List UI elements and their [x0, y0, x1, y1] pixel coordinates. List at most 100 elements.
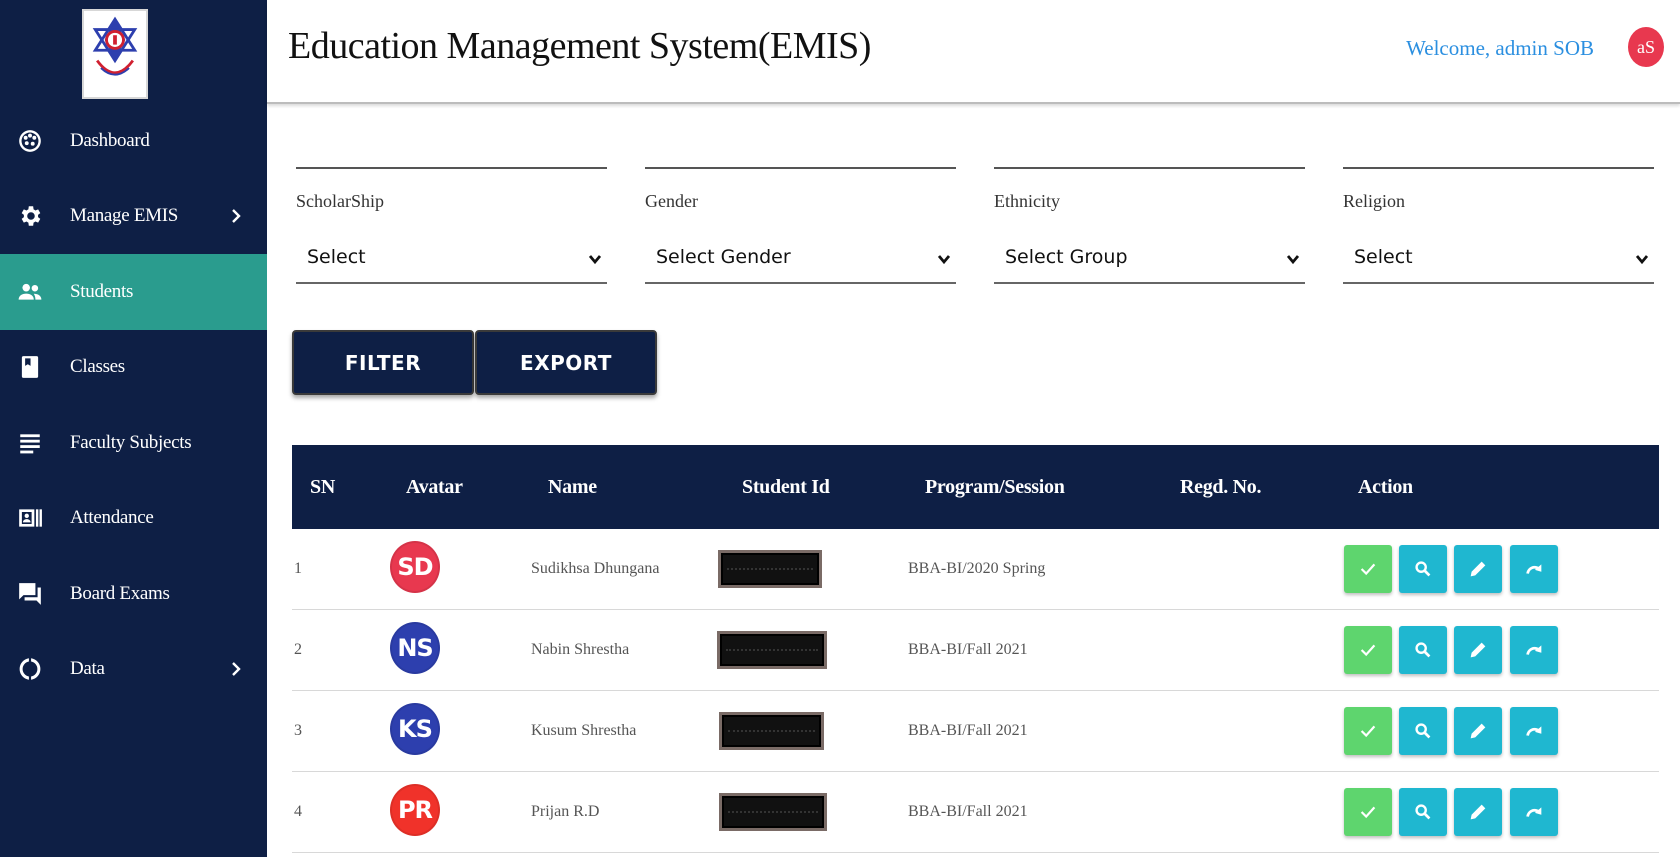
check-icon — [1360, 644, 1376, 657]
top-header: Education Management System(EMIS) Welcom… — [267, 0, 1680, 104]
id-card-icon — [16, 504, 44, 532]
gender-select-value: Select Gender — [656, 246, 791, 268]
transfer-button[interactable] — [1510, 626, 1558, 674]
students-table: SN Avatar Name Student Id Program/Sessio… — [292, 445, 1659, 853]
ethnicity-label: Ethnicity — [994, 191, 1060, 211]
search-icon — [1415, 642, 1431, 658]
table-row: 3 KS Kusum Shrestha BBA-BI/Fall 2021 — [292, 691, 1659, 772]
view-button[interactable] — [1399, 707, 1447, 755]
sidebar-item-label: Dashboard — [70, 129, 150, 151]
sidebar-item-board-exams[interactable]: Board Exams — [0, 556, 267, 632]
approve-button[interactable] — [1344, 626, 1392, 674]
sidebar-item-label: Attendance — [70, 507, 154, 529]
search-icon — [1415, 804, 1431, 820]
redo-arrow-icon — [1526, 807, 1542, 817]
sidebar: Dashboard Manage EMIS Students Classes F… — [0, 0, 267, 857]
sidebar-item-students[interactable]: Students — [0, 254, 267, 330]
approve-button[interactable] — [1344, 707, 1392, 755]
sidebar-item-faculty-subjects[interactable]: Faculty Subjects — [0, 405, 267, 481]
redacted-student-id — [719, 712, 824, 750]
table-row: 1 SD Sudikhsa Dhungana BBA-BI/2020 Sprin… — [292, 529, 1659, 610]
column-header-action: Action — [1358, 475, 1413, 498]
student-name: Prijan R.D — [531, 803, 600, 820]
sidebar-item-attendance[interactable]: Attendance — [0, 481, 267, 557]
edit-button[interactable] — [1454, 788, 1502, 836]
chevron-right-icon — [229, 662, 243, 677]
export-button[interactable]: EXPORT — [475, 330, 657, 395]
column-header-avatar: Avatar — [406, 475, 463, 498]
check-icon — [1360, 725, 1376, 738]
column-header-program-session: Program/Session — [925, 475, 1065, 498]
table-row: 4 PR Prijan R.D BBA-BI/Fall 2021 — [292, 772, 1659, 853]
emblem-icon — [92, 16, 138, 76]
user-avatar[interactable]: aS — [1628, 27, 1664, 67]
program-session: BBA-BI/Fall 2021 — [908, 803, 1028, 820]
sidebar-item-label: Board Exams — [70, 582, 170, 604]
divider — [296, 167, 607, 169]
view-button[interactable] — [1399, 788, 1447, 836]
column-header-regd-no: Regd. No. — [1180, 475, 1262, 498]
table-row: 2 NS Nabin Shrestha BBA-BI/Fall 2021 — [292, 610, 1659, 691]
sidebar-item-label: Students — [70, 280, 134, 302]
avatar: NS — [390, 622, 440, 674]
view-button[interactable] — [1399, 626, 1447, 674]
student-name: Kusum Shrestha — [531, 722, 637, 739]
transfer-button[interactable] — [1510, 545, 1558, 593]
religion-label: Religion — [1343, 191, 1405, 211]
edit-button[interactable] — [1454, 545, 1502, 593]
search-icon — [1415, 561, 1431, 577]
divider — [1343, 167, 1654, 169]
row-sn: 4 — [294, 803, 302, 820]
chevron-down-icon — [587, 250, 603, 266]
gender-select[interactable]: Select Gender — [645, 232, 956, 284]
pencil-icon — [1470, 804, 1486, 820]
ethnicity-select[interactable]: Select Group — [994, 232, 1305, 284]
chevron-down-icon — [1634, 250, 1650, 266]
row-sn: 1 — [294, 560, 302, 577]
redacted-student-id — [718, 550, 822, 588]
list-icon — [16, 429, 44, 457]
approve-button[interactable] — [1344, 545, 1392, 593]
edit-button[interactable] — [1454, 707, 1502, 755]
religion-select-value: Select — [1354, 246, 1413, 268]
redo-arrow-icon — [1526, 726, 1542, 736]
people-icon — [16, 278, 44, 306]
sidebar-item-dashboard[interactable]: Dashboard — [0, 103, 267, 179]
row-sn: 2 — [294, 641, 302, 658]
edit-button[interactable] — [1454, 626, 1502, 674]
divider — [645, 167, 956, 169]
sidebar-item-classes[interactable]: Classes — [0, 330, 267, 406]
welcome-text[interactable]: Welcome, admin SOB — [1406, 36, 1594, 61]
sidebar-item-manage-emis[interactable]: Manage EMIS — [0, 179, 267, 255]
sidebar-nav: Dashboard Manage EMIS Students Classes F… — [0, 103, 267, 707]
scholarship-select-value: Select — [307, 246, 366, 268]
program-session: BBA-BI/Fall 2021 — [908, 641, 1028, 658]
scholarship-label: ScholarShip — [296, 191, 384, 211]
scholarship-select[interactable]: Select — [296, 232, 607, 284]
donut-icon — [16, 655, 44, 683]
table-header: SN Avatar Name Student Id Program/Sessio… — [292, 445, 1659, 529]
transfer-button[interactable] — [1510, 788, 1558, 836]
check-icon — [1360, 806, 1376, 819]
check-icon — [1360, 563, 1376, 576]
chevron-right-icon — [229, 209, 243, 224]
view-button[interactable] — [1399, 545, 1447, 593]
avatar: PR — [390, 784, 440, 836]
row-sn: 3 — [294, 722, 302, 739]
student-name: Sudikhsa Dhungana — [531, 560, 660, 577]
search-icon — [1415, 723, 1431, 739]
avatar: SD — [390, 541, 440, 593]
redacted-student-id — [719, 793, 827, 831]
approve-button[interactable] — [1344, 788, 1392, 836]
sidebar-item-label: Data — [70, 658, 105, 680]
sidebar-item-label: Manage EMIS — [70, 205, 179, 227]
religion-select[interactable]: Select — [1343, 232, 1654, 284]
chat-icon — [16, 580, 44, 608]
redo-arrow-icon — [1526, 645, 1542, 655]
university-logo[interactable] — [82, 9, 148, 99]
transfer-button[interactable] — [1510, 707, 1558, 755]
redacted-student-id — [717, 631, 827, 669]
filter-button[interactable]: FILTER — [292, 330, 474, 395]
program-session: BBA-BI/2020 Spring — [908, 560, 1046, 577]
sidebar-item-data[interactable]: Data — [0, 632, 267, 708]
